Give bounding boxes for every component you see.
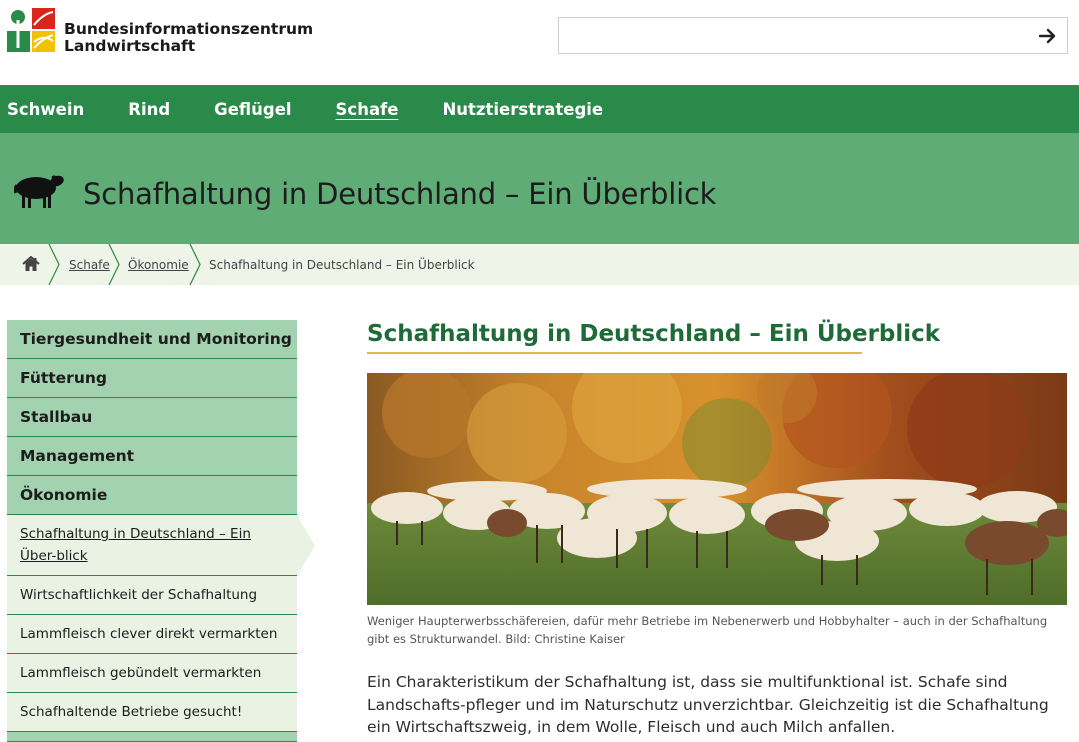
article-title: Schafhaltung in Deutschland – Ein Überbl… (367, 321, 941, 347)
title-underline (367, 352, 862, 354)
breadcrumb-link-schafe[interactable]: Schafe (69, 258, 110, 272)
sidebar-subitem-active-label: Schafhaltung in Deutschland – Ein Über-b… (20, 526, 251, 564)
sheep-icon (14, 175, 64, 208)
article-lead: Ein Charakteristikum der Schafhaltung is… (367, 673, 1049, 736)
photo-caption: Weniger Haupterwerbsschäfereien, dafür m… (367, 614, 1048, 646)
home-icon[interactable] (22, 256, 40, 272)
sidebar: Tiergesundheit und Monitoring Fütterung … (7, 320, 315, 742)
nav-item-gefluegel[interactable]: Geflügel (214, 100, 291, 119)
banner-title: Schafhaltung in Deutschland – Ein Überbl… (83, 177, 717, 211)
breadcrumb: Schafe Ökonomie Schafhaltung in Deutschl… (0, 244, 1079, 285)
breadcrumb-separator (108, 244, 120, 285)
breadcrumb-current: Schafhaltung in Deutschland – Ein Überbl… (209, 258, 475, 272)
nav-item-schwein[interactable]: Schwein (7, 100, 84, 119)
nav-item-schafe[interactable]: Schafe (336, 100, 399, 119)
nav-item-rind[interactable]: Rind (128, 100, 170, 119)
breadcrumb-separator (48, 244, 60, 285)
sidebar-item-tiergesundheit[interactable]: Tiergesundheit und Monitoring (7, 320, 297, 359)
search-input[interactable] (559, 18, 1029, 53)
main-nav: Schwein Rind Geflügel Schafe Nutztierstr… (0, 85, 1079, 133)
sidebar-item-management[interactable]: Management (7, 437, 297, 476)
search-button[interactable] (1029, 18, 1067, 53)
logo-text[interactable]: Bundesinformationszentrum Landwirtschaft (64, 21, 313, 55)
sidebar-subitem-gebuendelt-vermarkten[interactable]: Lammfleisch gebündelt vermarkten (7, 654, 297, 693)
sidebar-subitem-active[interactable]: Schafhaltung in Deutschland – Ein Über-b… (7, 515, 315, 576)
sidebar-subitem-betriebe-gesucht[interactable]: Schafhaltende Betriebe gesucht! (7, 693, 297, 732)
active-indicator (297, 515, 315, 576)
arrow-right-icon (1039, 28, 1056, 43)
breadcrumb-separator (189, 244, 201, 285)
article-photo (367, 373, 1067, 605)
nav-item-nutztierstrategie[interactable]: Nutztierstrategie (442, 100, 603, 119)
logo-line-2: Landwirtschaft (64, 37, 196, 55)
breadcrumb-link-oekonomie[interactable]: Ökonomie (128, 258, 189, 272)
site-header: Bundesinformationszentrum Landwirtschaft (0, 0, 1079, 85)
sidebar-item-stallbau[interactable]: Stallbau (7, 398, 297, 437)
search-box (558, 17, 1068, 54)
sheep-herd-image (367, 373, 1067, 605)
logo-icon[interactable] (7, 8, 55, 52)
sidebar-item-partial[interactable] (7, 732, 297, 742)
sidebar-subitem-wirtschaftlichkeit[interactable]: Wirtschaftlichkeit der Schafhaltung (7, 576, 297, 615)
logo-line-1: Bundesinformationszentrum (64, 20, 314, 38)
sidebar-subitem-direkt-vermarkten[interactable]: Lammfleisch clever direkt vermarkten (7, 615, 297, 654)
sidebar-item-fuetterung[interactable]: Fütterung (7, 359, 297, 398)
page-banner: Schafhaltung in Deutschland – Ein Überbl… (0, 133, 1079, 244)
sidebar-item-oekonomie[interactable]: Ökonomie (7, 476, 297, 515)
